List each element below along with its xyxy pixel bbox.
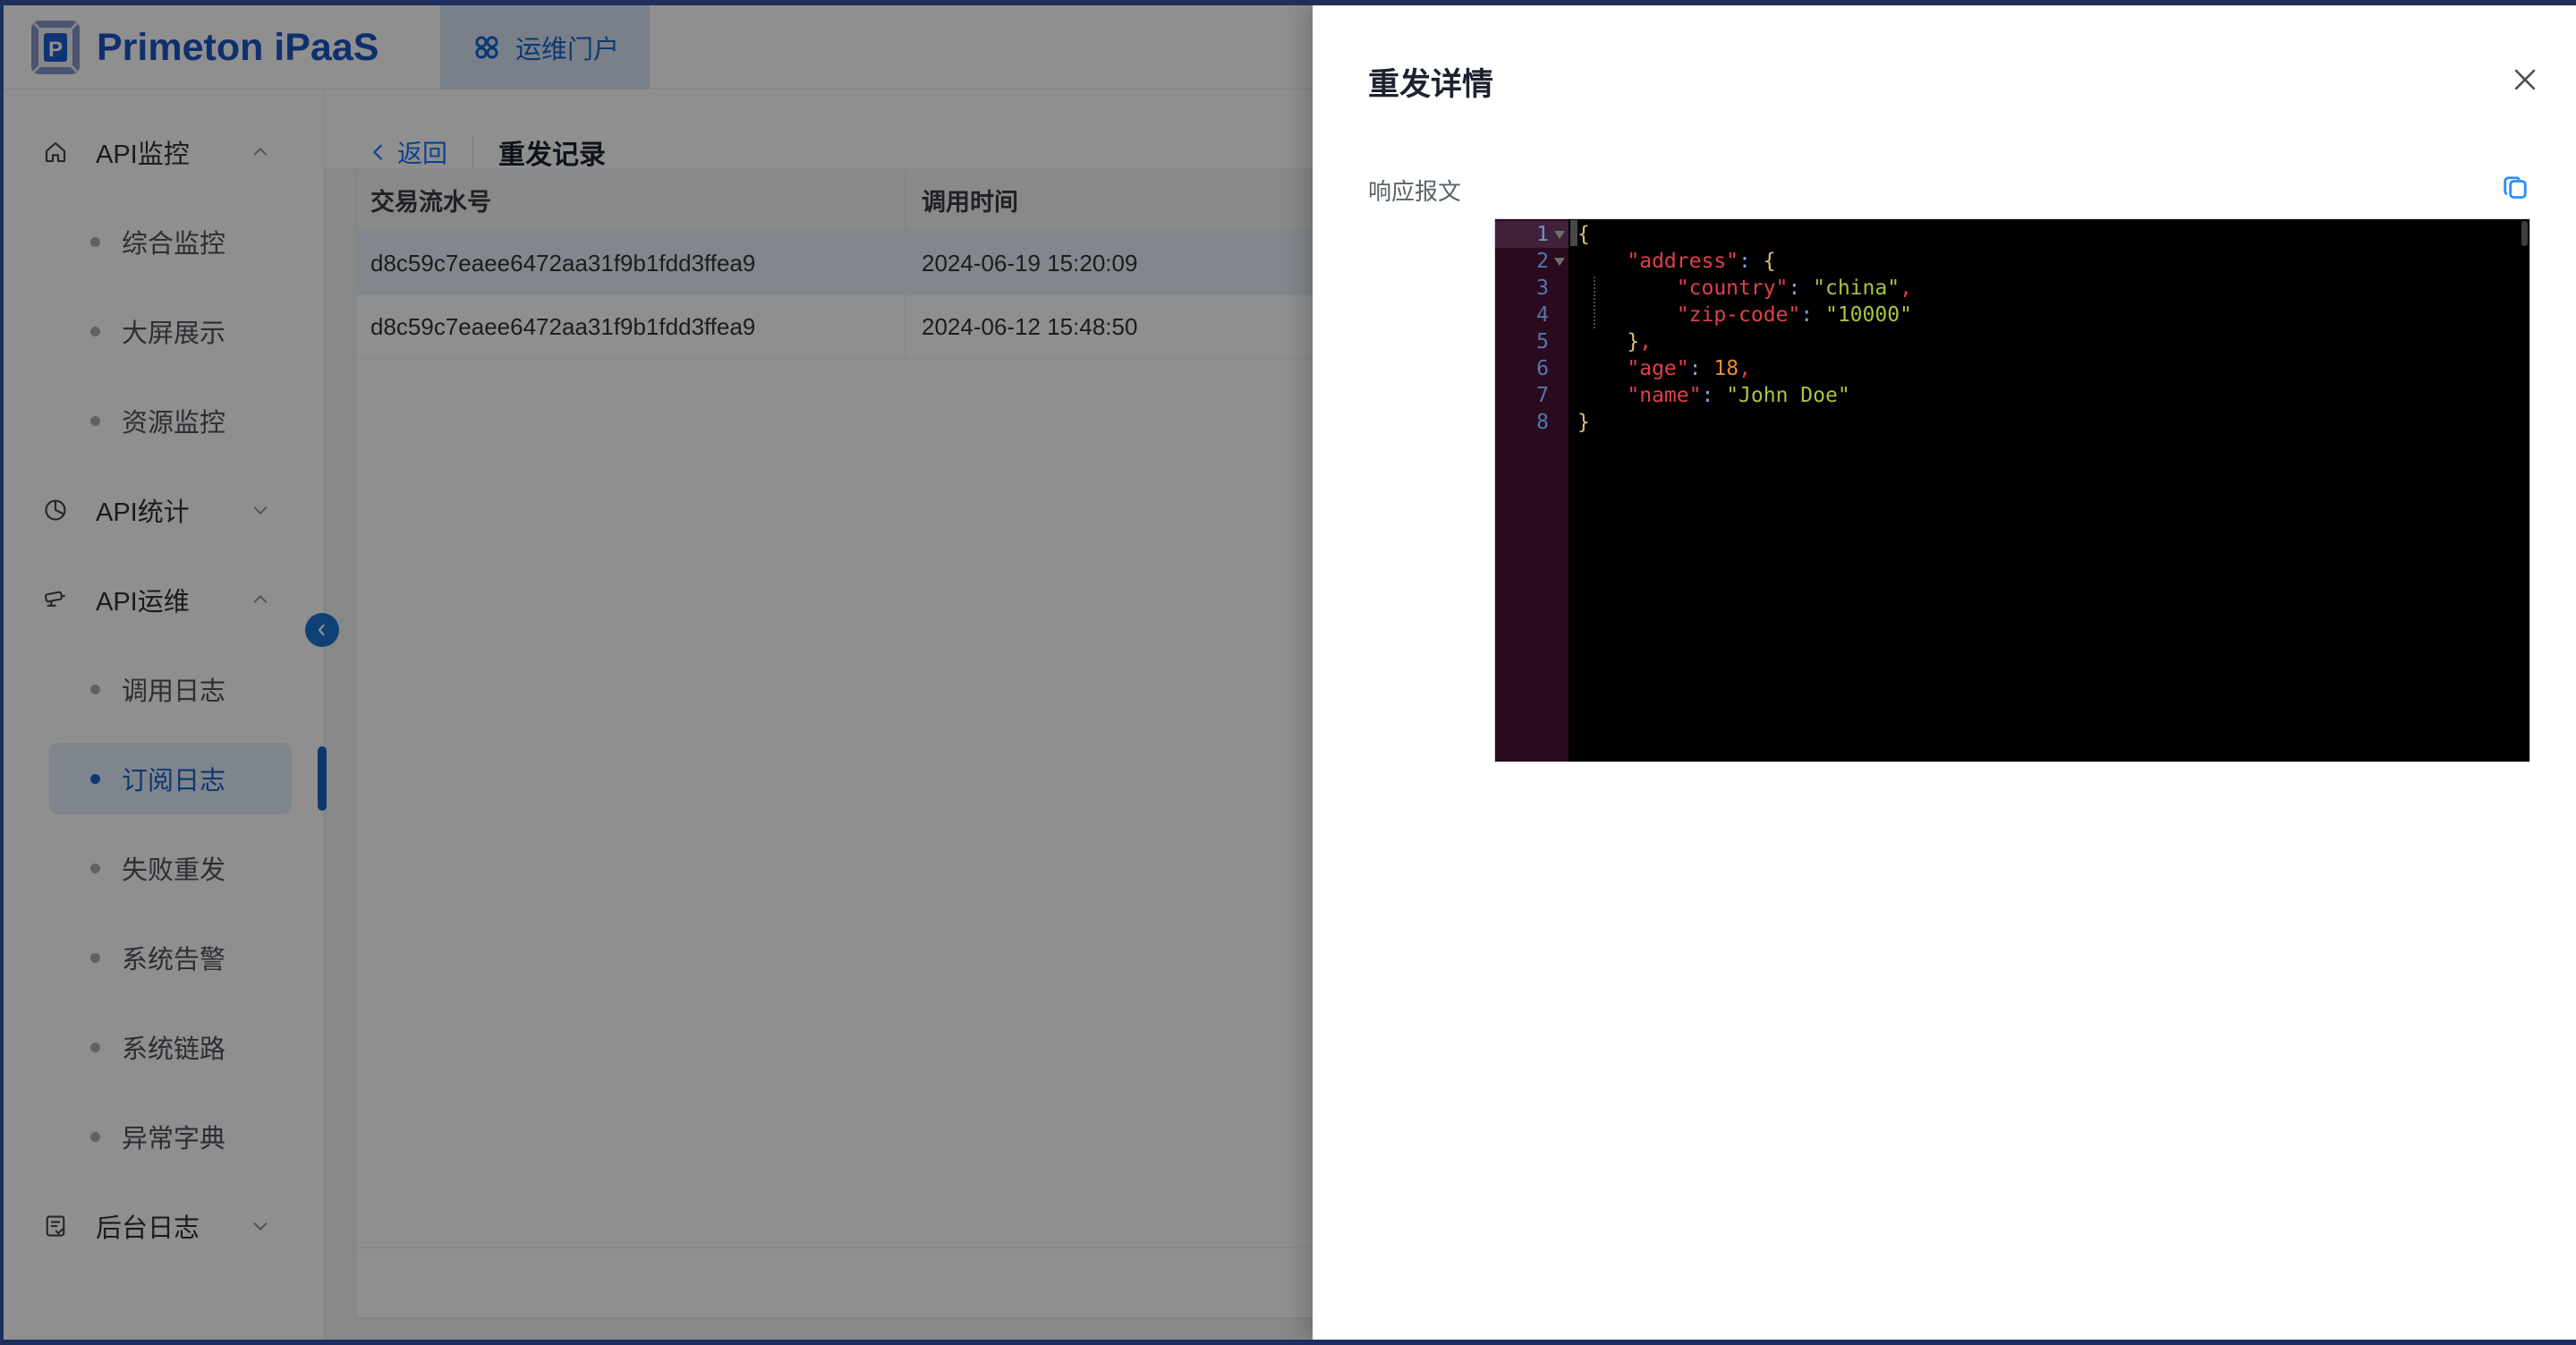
token-col: : bbox=[1689, 357, 1702, 380]
drawer-mask[interactable] bbox=[4, 5, 1313, 1340]
app-window: P Primeton iPaaS 运维门户 API监控综合监控大屏展示资源监控A… bbox=[4, 5, 2576, 1340]
code-line: } bbox=[1569, 409, 2529, 436]
gutter-line-number: 5 bbox=[1495, 328, 1569, 355]
editor-cursor bbox=[1570, 220, 1577, 246]
code-line: "name": "John Doe" bbox=[1569, 382, 2529, 409]
code-line: { bbox=[1569, 221, 2529, 248]
token-pun bbox=[1800, 277, 1813, 300]
token-comma: , bbox=[1739, 357, 1751, 380]
gutter-line-number: 4 bbox=[1495, 302, 1569, 328]
gutter-line-number: 1 bbox=[1495, 221, 1569, 248]
token-num: 18 bbox=[1713, 357, 1739, 380]
token-brace: } bbox=[1577, 411, 1590, 434]
editor-scrollbar[interactable] bbox=[2521, 221, 2528, 246]
json-code-editor[interactable]: 12345678 { "address": { "country": "chin… bbox=[1494, 218, 2530, 762]
gutter-line-number: 6 bbox=[1495, 355, 1569, 382]
fold-arrow-icon[interactable] bbox=[1554, 231, 1565, 239]
token-pun bbox=[1713, 384, 1726, 407]
token-pun bbox=[1577, 330, 1627, 353]
token-key: "age" bbox=[1627, 357, 1688, 380]
token-col: : bbox=[1701, 384, 1713, 407]
token-brace: } bbox=[1627, 330, 1639, 353]
token-comma: , bbox=[1900, 277, 1912, 300]
close-icon bbox=[2510, 64, 2540, 95]
token-pun bbox=[1751, 250, 1764, 273]
code-line: "zip-code": "10000" bbox=[1569, 302, 2529, 328]
token-pun bbox=[1577, 250, 1627, 273]
response-body-label: 响应报文 bbox=[1368, 174, 1461, 207]
token-comma: , bbox=[1639, 330, 1652, 353]
token-pun bbox=[1577, 384, 1627, 407]
gutter-line-number: 2 bbox=[1495, 248, 1569, 275]
resend-detail-drawer: 重发详情 响应报文 12345678 { "address": { "count… bbox=[1313, 5, 2576, 1340]
close-button[interactable] bbox=[2510, 64, 2540, 95]
token-pun bbox=[1577, 357, 1627, 380]
indent-guide bbox=[1594, 277, 1595, 328]
token-key: "zip-code" bbox=[1677, 303, 1800, 327]
code-line: "age": 18, bbox=[1569, 355, 2529, 382]
token-col: : bbox=[1788, 277, 1800, 300]
editor-gutter: 12345678 bbox=[1495, 219, 1569, 762]
drawer-title: 重发详情 bbox=[1368, 59, 1493, 105]
gutter-line-number: 7 bbox=[1495, 382, 1569, 409]
token-key: "address" bbox=[1627, 250, 1739, 273]
gutter-line-number: 8 bbox=[1495, 409, 1569, 436]
code-line: "address": { bbox=[1569, 248, 2529, 275]
token-brace: { bbox=[1764, 250, 1776, 273]
token-str: "10000" bbox=[1825, 303, 1912, 327]
copy-button[interactable] bbox=[2499, 172, 2531, 204]
token-brace: { bbox=[1577, 223, 1590, 246]
token-pun bbox=[1702, 357, 1714, 380]
token-pun bbox=[1577, 277, 1677, 300]
code-line: "country": "china", bbox=[1569, 275, 2529, 302]
token-pun bbox=[1577, 303, 1677, 327]
token-str: "John Doe" bbox=[1726, 384, 1849, 407]
token-key: "country" bbox=[1677, 277, 1789, 300]
copy-icon bbox=[2499, 172, 2531, 204]
gutter-line-number: 3 bbox=[1495, 275, 1569, 302]
token-pun bbox=[1813, 303, 1825, 327]
token-col: : bbox=[1800, 303, 1813, 327]
token-str: "china" bbox=[1813, 277, 1900, 300]
token-key: "name" bbox=[1627, 384, 1701, 407]
code-line: }, bbox=[1569, 328, 2529, 355]
fold-arrow-icon[interactable] bbox=[1554, 258, 1565, 266]
token-col: : bbox=[1739, 250, 1751, 273]
editor-code-pane: { "address": { "country": "china", "zip-… bbox=[1569, 219, 2529, 762]
